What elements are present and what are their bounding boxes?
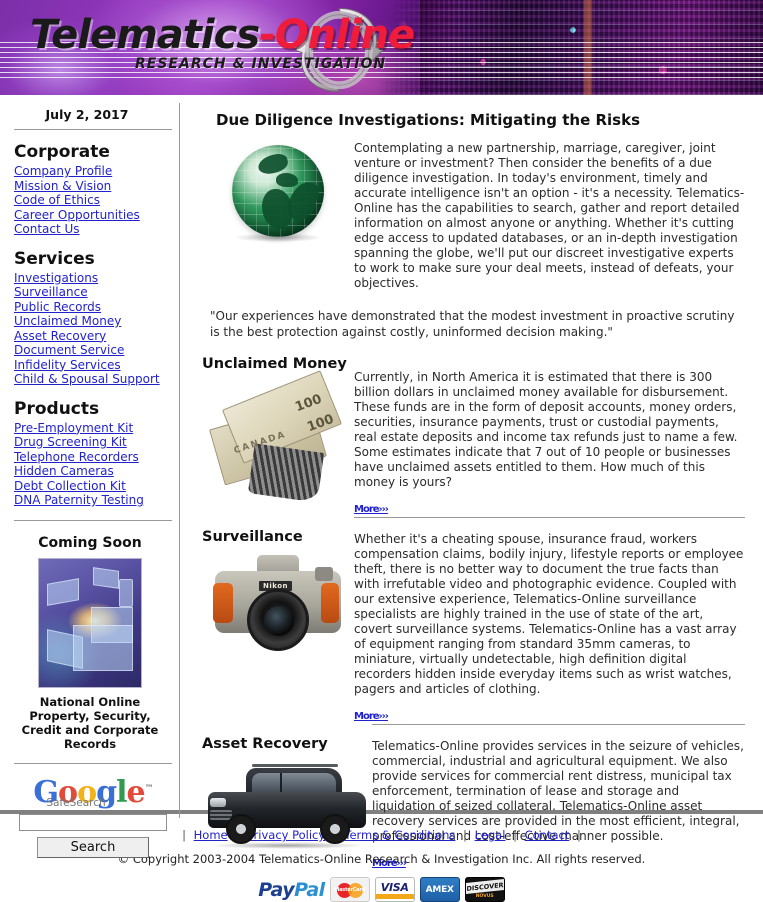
discover-logo: DISCOVER NOVUS	[464, 877, 505, 902]
site-logo[interactable]: Telematics-Online RESEARCH & INVESTIGATI…	[30, 8, 430, 92]
suv-vehicle-image	[202, 758, 372, 850]
sidebar-item-asset-recovery[interactable]: Asset Recovery	[14, 329, 180, 344]
sidebar-item-pre-employment-kit[interactable]: Pre-Employment Kit	[14, 421, 180, 436]
amex-label: AMEX	[425, 884, 454, 895]
footer-link-legal[interactable]: Legal	[475, 828, 506, 842]
sidebar-item-mission-vision[interactable]: Mission & Vision	[14, 179, 180, 194]
sidebar-item-hidden-cameras[interactable]: Hidden Cameras	[14, 464, 180, 479]
sidebar-item-investigations[interactable]: Investigations	[14, 271, 180, 286]
slr-camera-image: Nikon	[203, 549, 353, 669]
logo-secondary-text: Online	[274, 12, 416, 58]
more-label-unclaimed-money: More	[354, 504, 380, 515]
sidebar-item-infidelity-services[interactable]: Infidelity Services	[14, 358, 180, 373]
sidebar-item-dna-paternity-testing[interactable]: DNA Paternity Testing	[14, 493, 180, 508]
paypal-logo: PayPal	[258, 878, 325, 901]
nav-heading-corporate: Corporate	[14, 142, 110, 162]
site-banner: Telematics-Online RESEARCH & INVESTIGATI…	[0, 0, 763, 95]
intro-thumbnail	[202, 139, 354, 242]
sidebar: July 2, 2017 Corporate Company Profile M…	[0, 95, 180, 858]
safesearch-label: SafeSearch	[46, 796, 106, 809]
search-input[interactable]	[19, 813, 167, 831]
sidebar-item-contact-us[interactable]: Contact Us	[14, 222, 180, 237]
sidebar-item-document-service[interactable]: Document Service	[14, 343, 180, 358]
logo-wordmark: Telematics-Online	[30, 12, 430, 58]
sidebar-item-unclaimed-money[interactable]: Unclaimed Money	[14, 314, 180, 329]
sidebar-divider	[179, 103, 180, 818]
footer-separator-3: |	[463, 828, 467, 842]
intro-quote: "Our experiences have demonstrated that …	[210, 309, 735, 339]
sidebar-item-child-spousal-support[interactable]: Child & Spousal Support	[14, 372, 180, 387]
logo-subtitle: RESEARCH & INVESTIGATION	[135, 56, 387, 72]
mastercard-logo: MasterCard	[329, 877, 370, 902]
section-body-surveillance: Whether it's a cheating spouse, insuranc…	[354, 532, 744, 696]
coming-soon-block: Coming Soon National Online Property, Se…	[0, 521, 180, 751]
coming-soon-title: Coming Soon	[38, 534, 142, 551]
more-label-surveillance: More	[354, 711, 380, 722]
logo-primary-text: Telematics	[30, 12, 260, 58]
section-heading-unclaimed-money: Unclaimed Money	[202, 356, 347, 372]
sidebar-item-drug-screening-kit[interactable]: Drug Screening Kit	[14, 435, 180, 450]
section-rule-asset-recovery	[372, 724, 745, 725]
section-surveillance: Surveillance Nikon Whether it's a cheati…	[202, 517, 745, 722]
nav-heading-services: Services	[14, 248, 95, 269]
discover-label: DISCOVER	[465, 879, 504, 894]
trademark-icon: ™	[144, 783, 154, 794]
paypal-part2: Pal	[294, 878, 325, 901]
coming-soon-image[interactable]	[38, 557, 142, 688]
footer-separator-5: |	[577, 828, 581, 842]
section-heading-asset-recovery: Asset Recovery	[202, 736, 328, 752]
nav-heading-products: Products	[14, 398, 100, 419]
section-asset-recovery: Asset Recovery Telematics-Online provide…	[202, 724, 745, 869]
sidebar-item-code-of-ethics[interactable]: Code of Ethics	[14, 193, 180, 208]
banknotes-image: 100 100 CANADA	[209, 370, 347, 503]
amex-logo: AMEX	[419, 877, 460, 902]
main-content: Due Diligence Investigations: Mitigating…	[180, 95, 763, 869]
paypal-part1: Pay	[258, 878, 295, 901]
discover-sublabel: NOVUS	[475, 894, 494, 899]
sidebar-item-telephone-recorders[interactable]: Telephone Recorders	[14, 450, 180, 465]
more-chevrons-icon: ›››	[378, 711, 389, 722]
footer-link-contact[interactable]: Contact	[525, 828, 570, 842]
coming-soon-caption: National Online Property, Security, Cred…	[21, 694, 159, 751]
more-chevrons-icon: ›››	[378, 504, 389, 515]
section-heading-surveillance: Surveillance	[202, 529, 303, 545]
logo-dash: -	[259, 12, 276, 58]
sidebar-item-debt-collection-kit[interactable]: Debt Collection Kit	[14, 479, 180, 494]
sidebar-rule-top	[14, 129, 172, 130]
payment-methods: PayPal MasterCard VISA AMEX DISCOVER NOV…	[0, 877, 763, 902]
sidebar-item-public-records[interactable]: Public Records	[14, 300, 180, 315]
section-unclaimed-money: Unclaimed Money 100 100 CANADA Currently…	[202, 356, 745, 515]
more-link-unclaimed-money[interactable]: More›››	[354, 501, 389, 515]
section-rule-surveillance	[354, 517, 745, 518]
sidebar-item-career-opportunities[interactable]: Career Opportunities	[14, 208, 180, 223]
visa-label: VISA	[380, 880, 409, 894]
sidebar-nav: Corporate Company Profile Mission & Visi…	[0, 142, 180, 508]
visa-logo: VISA	[374, 877, 415, 902]
more-link-surveillance[interactable]: More›››	[354, 708, 389, 722]
footer-separator-0: |	[182, 828, 186, 842]
current-date: July 2, 2017	[45, 107, 129, 122]
footer-separator-4: |	[513, 828, 517, 842]
page-body: July 2, 2017 Corporate Company Profile M…	[0, 95, 763, 869]
google-safesearch-block: Google™ SafeSearch Search	[0, 764, 180, 858]
section-body-unclaimed-money: Currently, in North America it is estima…	[354, 370, 738, 489]
green-globe-image	[232, 145, 324, 237]
search-button[interactable]: Search	[37, 836, 149, 858]
intro-paragraph: Contemplating a new partnership, marriag…	[354, 141, 745, 290]
mastercard-label: MasterCard	[334, 886, 366, 893]
sidebar-item-company-profile[interactable]: Company Profile	[14, 164, 180, 179]
sidebar-item-surveillance[interactable]: Surveillance	[14, 285, 180, 300]
intro-block: Contemplating a new partnership, marriag…	[202, 139, 745, 340]
page-title: Due Diligence Investigations: Mitigating…	[216, 111, 640, 129]
